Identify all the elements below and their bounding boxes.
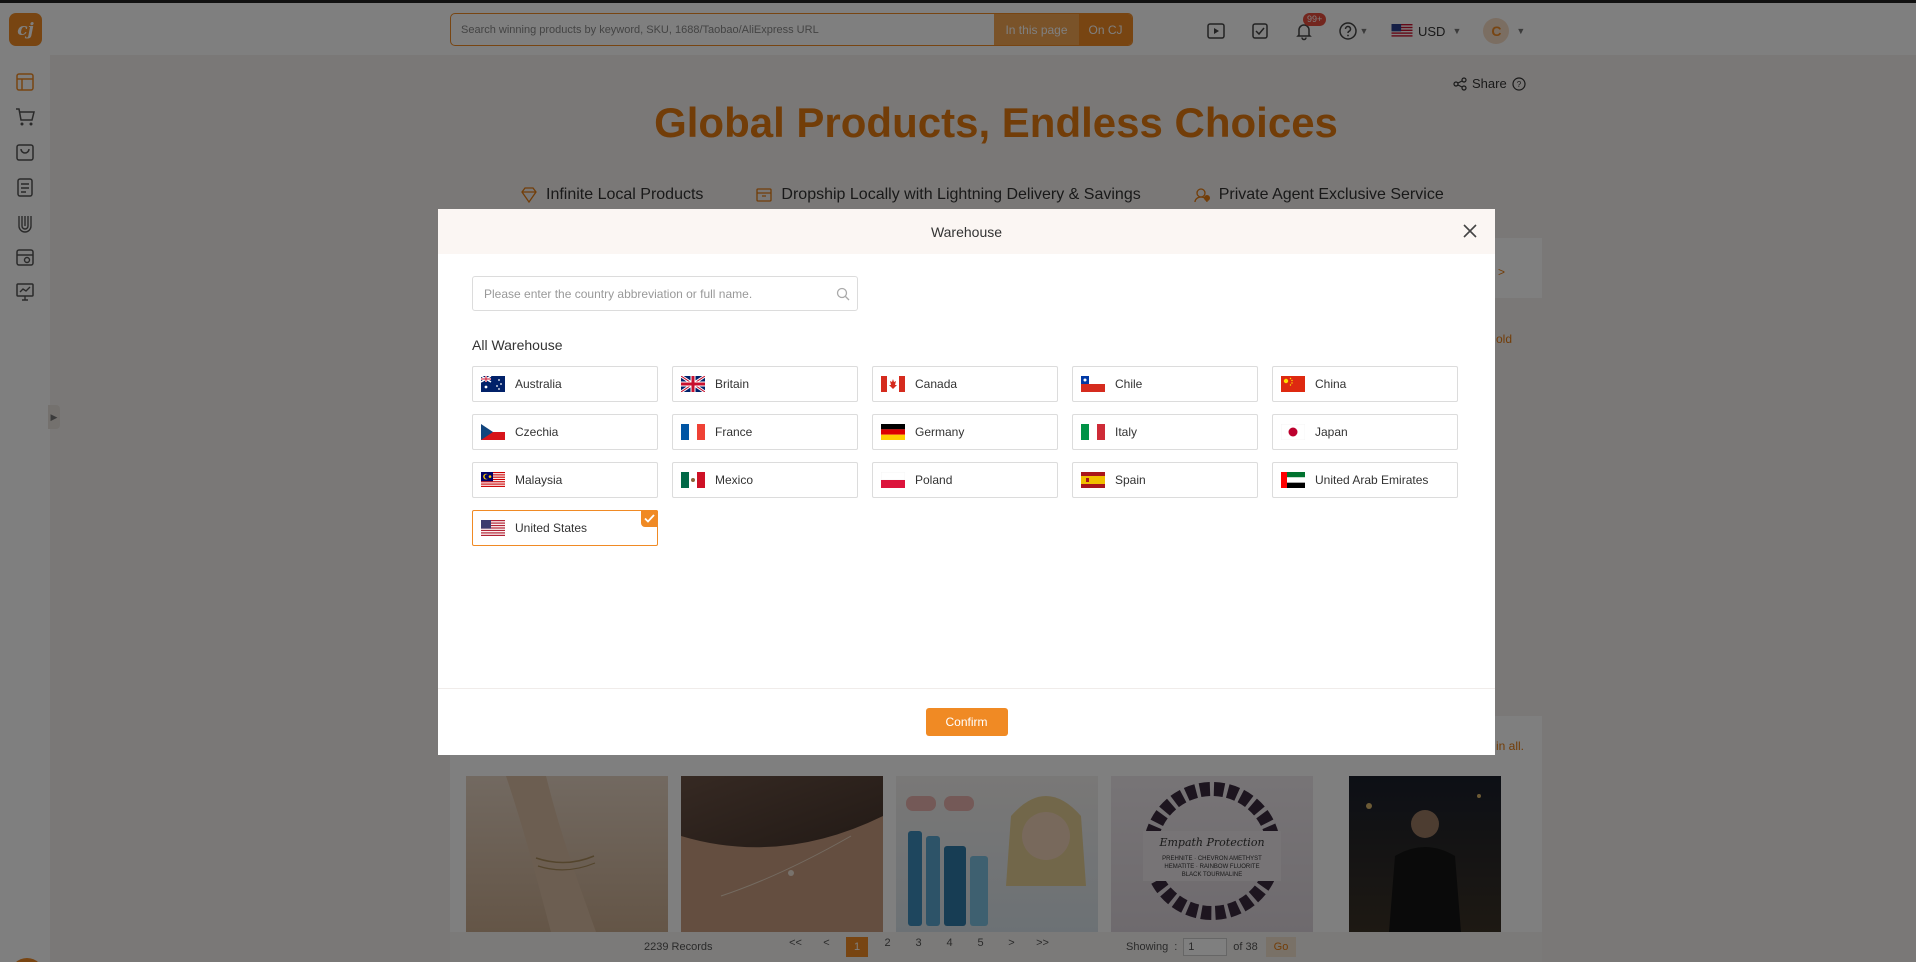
warehouse-label: Mexico <box>715 473 754 487</box>
poland-flag-icon <box>881 472 905 488</box>
warehouse-label: Spain <box>1115 473 1146 487</box>
warehouse-label: Poland <box>915 473 953 487</box>
warehouse-option-poland[interactable]: Poland <box>872 462 1058 498</box>
modal-title: Warehouse <box>930 223 1003 240</box>
warehouse-option-japan[interactable]: Japan <box>1272 414 1458 450</box>
warehouse-option-malaysia[interactable]: Malaysia <box>472 462 658 498</box>
close-icon[interactable] <box>1460 221 1480 241</box>
warehouse-label: France <box>715 425 753 439</box>
warehouse-modal: Warehouse All Warehouse Australia Britai… <box>438 209 1495 755</box>
warehouse-label: Australia <box>515 377 562 391</box>
warehouse-option-italy[interactable]: Italy <box>1072 414 1258 450</box>
warehouse-label: Chile <box>1115 377 1143 391</box>
warehouse-option-canada[interactable]: Canada <box>872 366 1058 402</box>
czechia-flag-icon <box>481 424 505 440</box>
modal-footer: Confirm <box>438 688 1495 755</box>
warehouse-grid: Australia Britain Canada Chile China Cze… <box>472 366 1458 546</box>
italy-flag-icon <box>1081 424 1105 440</box>
warehouse-label: Czechia <box>515 425 559 439</box>
mexico-flag-icon <box>681 472 705 488</box>
warehouse-option-chile[interactable]: Chile <box>1072 366 1258 402</box>
chile-flag-icon <box>1081 376 1105 392</box>
warehouse-label: Canada <box>915 377 958 391</box>
warehouse-option-united-arab-emirates[interactable]: United Arab Emirates <box>1272 462 1458 498</box>
warehouse-option-germany[interactable]: Germany <box>872 414 1058 450</box>
warehouse-option-france[interactable]: France <box>672 414 858 450</box>
confirm-button[interactable]: Confirm <box>925 708 1008 736</box>
warehouse-label: United States <box>515 521 588 535</box>
warehouse-label: Japan <box>1315 425 1348 439</box>
britain-flag-icon <box>681 376 705 392</box>
warehouse-option-china[interactable]: China <box>1272 366 1458 402</box>
warehouse-option-czechia[interactable]: Czechia <box>472 414 658 450</box>
japan-flag-icon <box>1281 424 1305 440</box>
us-flag-icon <box>481 520 505 536</box>
warehouse-label: Germany <box>915 425 965 439</box>
canada-flag-icon <box>881 376 905 392</box>
warehouse-option-australia[interactable]: Australia <box>472 366 658 402</box>
warehouse-option-spain[interactable]: Spain <box>1072 462 1258 498</box>
warehouse-label: China <box>1315 377 1347 391</box>
search-icon[interactable] <box>829 287 857 301</box>
warehouse-label: Britain <box>715 377 750 391</box>
warehouse-label: Italy <box>1115 425 1138 439</box>
country-search <box>472 276 858 311</box>
warehouse-label: Malaysia <box>515 473 563 487</box>
section-label: All Warehouse <box>472 337 563 353</box>
warehouse-option-britain[interactable]: Britain <box>672 366 858 402</box>
australia-flag-icon <box>481 376 505 392</box>
warehouse-label: United Arab Emirates <box>1315 473 1429 487</box>
germany-flag-icon <box>881 424 905 440</box>
malaysia-flag-icon <box>481 472 505 488</box>
uae-flag-icon <box>1281 472 1305 488</box>
modal-header: Warehouse <box>438 209 1495 254</box>
warehouse-option-united-states[interactable]: United States <box>472 510 658 546</box>
checkmark-icon <box>641 510 658 527</box>
spain-flag-icon <box>1081 472 1105 488</box>
france-flag-icon <box>681 424 705 440</box>
country-search-input[interactable] <box>473 286 829 301</box>
china-flag-icon <box>1281 376 1305 392</box>
warehouse-option-mexico[interactable]: Mexico <box>672 462 858 498</box>
